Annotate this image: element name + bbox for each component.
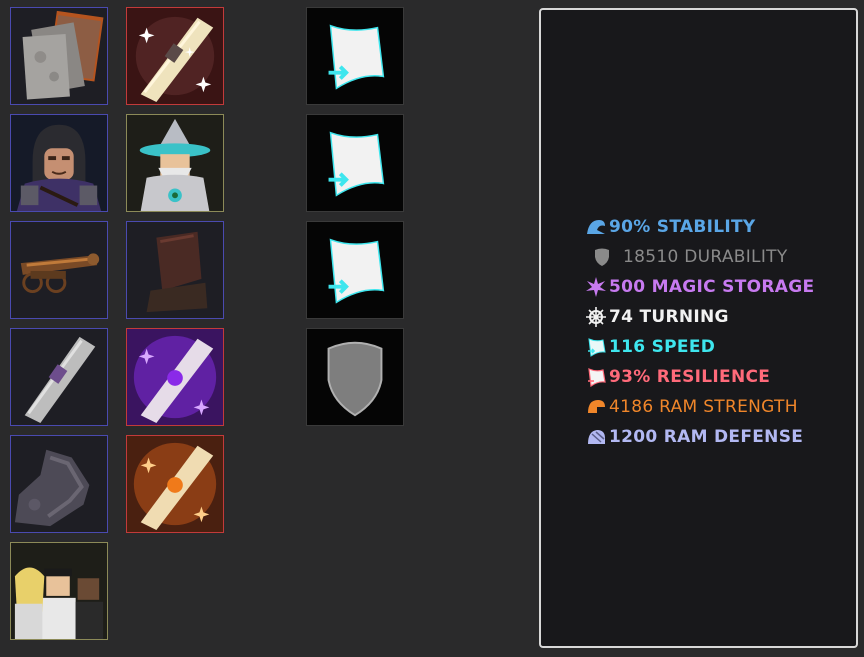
armor-icon (585, 426, 607, 448)
rock-ram-item[interactable] (10, 435, 108, 533)
bronze-cannon-item[interactable] (10, 221, 108, 319)
gray-scroll-item[interactable] (10, 328, 108, 426)
stone-plating-item[interactable] (10, 7, 108, 105)
shield-icon (591, 246, 613, 268)
sail-boost-icon[interactable] (306, 114, 404, 212)
dark-cannon-item[interactable] (126, 221, 224, 319)
wave-icon (585, 216, 607, 238)
sail-boost-icon[interactable] (306, 7, 404, 105)
stat-magic-storage: 500 MAGIC STORAGE (585, 272, 814, 302)
stat-ram-defense: 1200 RAM DEFENSE (585, 422, 814, 452)
purple-scroll-item[interactable] (126, 328, 224, 426)
stat-durability: 18510 DURABILITY (585, 242, 814, 272)
wizard-crew[interactable] (126, 114, 224, 212)
hooded-rogue-crew[interactable] (10, 114, 108, 212)
ship-wheel-icon (585, 306, 607, 328)
sail-outline-icon (585, 366, 607, 388)
stat-stability: 90% STABILITY (585, 212, 814, 242)
stat-list: 90% STABILITY 18510 DURABILITY 500 MAGIC… (585, 212, 814, 452)
crew-trio-item[interactable] (10, 542, 108, 640)
stat-resilience: 93% RESILIENCE (585, 362, 814, 392)
ship-stats-panel: 90% STABILITY 18510 DURABILITY 500 MAGIC… (539, 8, 858, 648)
sparkle-scroll-item[interactable] (126, 7, 224, 105)
stat-speed: 116 SPEED (585, 332, 814, 362)
ram-icon (585, 396, 607, 418)
orange-scroll-item[interactable] (126, 435, 224, 533)
star-burst-icon (585, 276, 607, 298)
shield-slot-icon[interactable] (306, 328, 404, 426)
stat-turning: 74 TURNING (585, 302, 814, 332)
sail-icon (585, 336, 607, 358)
sail-boost-icon[interactable] (306, 221, 404, 319)
stat-ram-strength: 4186 RAM STRENGTH (585, 392, 814, 422)
